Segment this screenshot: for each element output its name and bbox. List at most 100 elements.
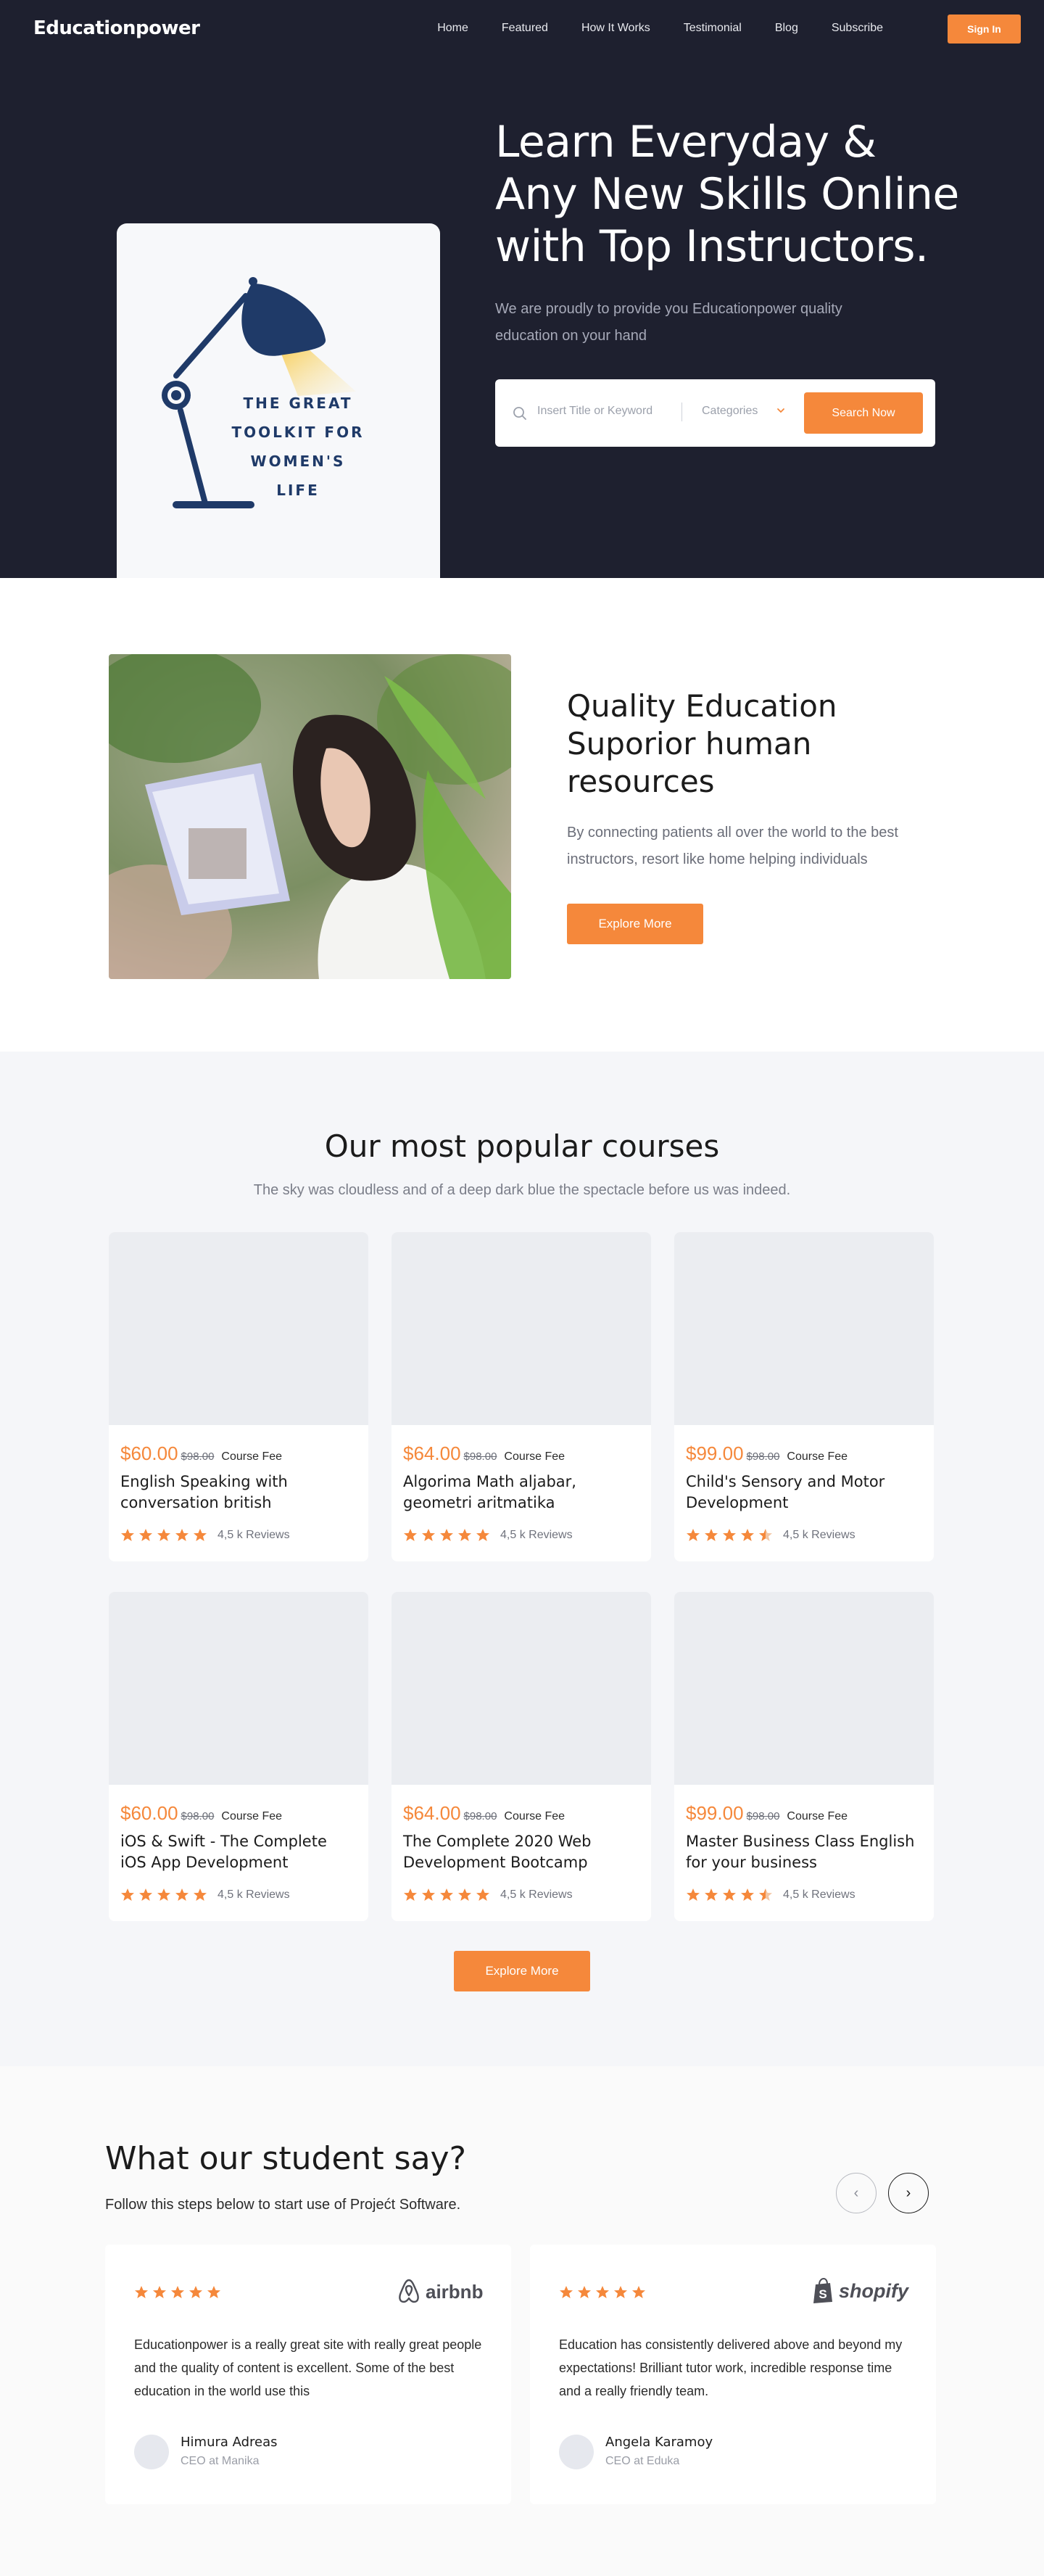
avatar xyxy=(559,2435,594,2469)
next-arrow-button[interactable]: › xyxy=(888,2173,929,2213)
course-title[interactable]: The Complete 2020 Web Development Bootca… xyxy=(403,1831,639,1873)
course-card[interactable]: $99.00 $98.00 Course Fee Child's Sensory… xyxy=(674,1232,934,1561)
nav-subscribe[interactable]: Subscribe xyxy=(832,22,883,35)
explore-more-button[interactable]: Explore More xyxy=(567,904,703,944)
quality-description: By connecting patients all over the worl… xyxy=(567,825,898,867)
course-thumbnail[interactable] xyxy=(674,1592,934,1785)
course-card[interactable]: $64.00 $98.00 Course Fee Algorima Math a… xyxy=(392,1232,651,1561)
nav-links: Home Featured How It Works Testimonial B… xyxy=(404,22,883,35)
logo[interactable]: Educationpower xyxy=(33,17,200,39)
star-icon xyxy=(723,1888,736,1901)
category-select[interactable]: Categories xyxy=(702,405,758,418)
course-thumbnail[interactable] xyxy=(674,1232,934,1425)
quality-title: Quality Education Suporior human resourc… xyxy=(567,688,837,799)
course-price: $64.00 xyxy=(403,1442,461,1464)
review-count: 4,5 k Reviews xyxy=(500,1888,573,1901)
rating-stars xyxy=(403,1888,490,1902)
star-icon xyxy=(632,2286,645,2298)
shopify-bag-icon: S xyxy=(813,2278,832,2303)
star-icon xyxy=(404,1888,417,1901)
star-icon xyxy=(194,1529,207,1541)
star-icon xyxy=(687,1888,700,1901)
course-title[interactable]: iOS & Swift - The Complete iOS App Devel… xyxy=(120,1831,357,1873)
search-input[interactable] xyxy=(537,405,675,418)
book-title-line: THE GREAT xyxy=(243,395,353,412)
course-fee-label: Course Fee xyxy=(221,1450,283,1463)
star-icon xyxy=(175,1888,188,1901)
hero-section: Educationpower Home Featured How It Work… xyxy=(0,0,1044,578)
author-name: Himura Adreas xyxy=(181,2435,278,2450)
course-title[interactable]: English Speaking with conversation briti… xyxy=(120,1471,357,1514)
review-count: 4,5 k Reviews xyxy=(783,1888,856,1901)
explore-more-courses-button[interactable]: Explore More xyxy=(454,1951,590,1991)
course-title[interactable]: Algorima Math aljabar, geometri aritmati… xyxy=(403,1471,639,1514)
course-old-price: $98.00 xyxy=(463,1450,497,1463)
search-now-button[interactable]: Search Now xyxy=(804,392,923,434)
testimonial-quote: Education has consistently delivered abo… xyxy=(559,2337,903,2398)
course-rating: 4,5 k Reviews xyxy=(686,1528,856,1543)
author-role: CEO at Manika xyxy=(181,2455,260,2467)
sign-in-button[interactable]: Sign In xyxy=(948,15,1021,44)
course-title[interactable]: Master Business Class English for your b… xyxy=(686,1831,922,1873)
course-price: $99.00 xyxy=(686,1802,744,1824)
nav-how-it-works[interactable]: How It Works xyxy=(581,22,650,35)
course-old-price: $98.00 xyxy=(181,1810,215,1822)
airbnb-icon xyxy=(399,2279,419,2303)
author-name: Angela Karamoy xyxy=(605,2435,713,2450)
shopify-logo: S shopify xyxy=(811,2278,908,2304)
course-fee-label: Course Fee xyxy=(787,1450,848,1463)
star-icon xyxy=(759,1888,772,1901)
course-thumbnail[interactable] xyxy=(392,1592,651,1785)
course-thumbnail[interactable] xyxy=(109,1232,368,1425)
star-icon xyxy=(560,2286,573,2298)
course-rating: 4,5 k Reviews xyxy=(120,1888,290,1902)
review-count: 4,5 k Reviews xyxy=(218,1888,290,1901)
course-card[interactable]: $99.00 $98.00 Course Fee Master Business… xyxy=(674,1592,934,1921)
star-icon xyxy=(458,1529,471,1541)
star-icon xyxy=(157,1888,170,1901)
course-fee-label: Course Fee xyxy=(504,1810,566,1822)
course-old-price: $98.00 xyxy=(463,1810,497,1822)
hero-title: Learn Everyday & Any New Skills Online w… xyxy=(495,117,959,272)
star-icon xyxy=(153,2286,166,2298)
star-icon xyxy=(121,1888,134,1901)
star-icon xyxy=(139,1529,152,1541)
star-icon xyxy=(687,1529,700,1541)
star-icon xyxy=(741,1529,754,1541)
course-rating: 4,5 k Reviews xyxy=(403,1888,573,1902)
star-icon xyxy=(404,1529,417,1541)
courses-subtitle: The sky was cloudless and of a deep dark… xyxy=(253,1182,791,1198)
star-icon xyxy=(171,2286,184,2298)
nav-testimonial[interactable]: Testimonial xyxy=(684,22,742,35)
star-icon xyxy=(207,2286,220,2298)
search-bar: Categories Search Now xyxy=(495,379,935,447)
course-card[interactable]: $60.00 $98.00 Course Fee iOS & Swift - T… xyxy=(109,1592,368,1921)
book-title-line: WOMEN'S xyxy=(250,453,346,470)
prev-arrow-button[interactable]: ‹ xyxy=(836,2173,877,2213)
rating-stars xyxy=(686,1888,773,1902)
course-thumbnail[interactable] xyxy=(109,1592,368,1785)
star-icon xyxy=(175,1529,188,1541)
star-icon xyxy=(422,1529,435,1541)
avatar xyxy=(134,2435,169,2469)
star-icon xyxy=(705,1529,718,1541)
course-card[interactable]: $64.00 $98.00 Course Fee The Complete 20… xyxy=(392,1592,651,1921)
svg-text:S: S xyxy=(819,2287,826,2301)
course-old-price: $98.00 xyxy=(181,1450,215,1463)
nav-home[interactable]: Home xyxy=(437,22,468,35)
chevron-down-icon[interactable] xyxy=(776,405,786,416)
rating-stars xyxy=(134,2285,221,2300)
course-old-price: $98.00 xyxy=(746,1810,780,1822)
review-count: 4,5 k Reviews xyxy=(783,1529,856,1541)
course-card[interactable]: $60.00 $98.00 Course Fee English Speakin… xyxy=(109,1232,368,1561)
nav-featured[interactable]: Featured xyxy=(502,22,548,35)
nav-blog[interactable]: Blog xyxy=(775,22,798,35)
course-thumbnail[interactable] xyxy=(392,1232,651,1425)
star-icon xyxy=(723,1529,736,1541)
star-icon xyxy=(614,2286,627,2298)
review-count: 4,5 k Reviews xyxy=(500,1529,573,1541)
course-price: $99.00 xyxy=(686,1442,744,1464)
star-icon xyxy=(194,1888,207,1901)
course-old-price: $98.00 xyxy=(746,1450,780,1463)
course-title[interactable]: Child's Sensory and Motor Development xyxy=(686,1471,922,1514)
